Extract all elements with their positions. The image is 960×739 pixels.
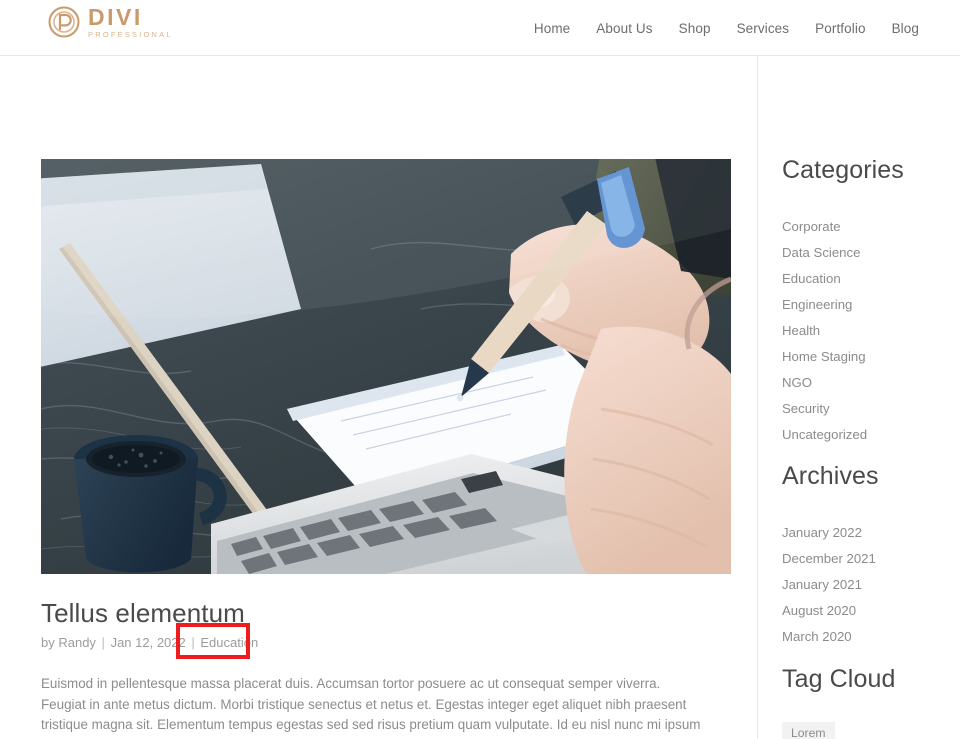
list-item: Data Science <box>782 240 957 266</box>
logo-subtitle: PROFESSIONAL <box>88 30 173 39</box>
archive-link-january-2022[interactable]: January 2022 <box>782 520 957 546</box>
site-logo[interactable]: DIVI PROFESSIONAL <box>48 6 173 39</box>
post-meta-separator-2: | <box>191 635 195 650</box>
category-link-health[interactable]: Health <box>782 318 957 344</box>
post-date: Jan 12, 2022 <box>110 635 186 650</box>
widget-archives: Archives January 2022 December 2021 Janu… <box>782 461 957 650</box>
category-link-uncategorized[interactable]: Uncategorized <box>782 422 957 448</box>
post-title: Tellus elementum <box>41 598 245 628</box>
category-link-engineering[interactable]: Engineering <box>782 292 957 318</box>
category-link-ngo[interactable]: NGO <box>782 370 957 396</box>
widget-categories: Categories Corporate Data Science Educat… <box>782 155 957 448</box>
category-link-home-staging[interactable]: Home Staging <box>782 344 957 370</box>
list-item: Uncategorized <box>782 422 957 448</box>
widget-tag-cloud: Tag Cloud Lorem Software Engineering Wor… <box>782 664 960 739</box>
post-meta-by-prefix: by <box>41 635 59 650</box>
archive-link-january-2021[interactable]: January 2021 <box>782 572 957 598</box>
list-item: NGO <box>782 370 957 396</box>
logo-title: DIVI <box>88 4 143 30</box>
list-item: Corporate <box>782 214 957 240</box>
list-item: January 2021 <box>782 572 957 598</box>
post-paragraph-1: Euismod in pellentesque massa placerat d… <box>41 676 701 739</box>
list-item: Home Staging <box>782 344 957 370</box>
category-link-data-science[interactable]: Data Science <box>782 240 957 266</box>
list-item: Engineering <box>782 292 957 318</box>
list-item: Education <box>782 266 957 292</box>
archive-link-december-2021[interactable]: December 2021 <box>782 546 957 572</box>
list-item: December 2021 <box>782 546 957 572</box>
post-meta: by Randy | Jan 12, 2022 | Education <box>41 634 258 652</box>
divi-circle-logo-icon <box>48 6 80 38</box>
nav-item-about-us[interactable]: About Us <box>583 21 665 36</box>
list-item: March 2020 <box>782 624 957 650</box>
nav-item-portfolio[interactable]: Portfolio <box>802 21 878 36</box>
widget-archives-title: Archives <box>782 462 879 490</box>
archive-link-march-2020[interactable]: March 2020 <box>782 624 957 650</box>
main-content: Tellus elementum by Randy | Jan 12, 2022… <box>0 56 757 739</box>
nav-item-services[interactable]: Services <box>724 21 803 36</box>
widget-categories-title: Categories <box>782 156 904 184</box>
category-link-education[interactable]: Education <box>782 266 957 292</box>
sidebar: Categories Corporate Data Science Educat… <box>757 56 960 739</box>
list-item: January 2022 <box>782 520 957 546</box>
category-link-security[interactable]: Security <box>782 396 957 422</box>
list-item: Health <box>782 318 957 344</box>
post-category-link[interactable]: Education <box>200 635 258 650</box>
main-navigation: Home About Us Shop Services Portfolio Bl… <box>521 0 932 56</box>
list-item: Security <box>782 396 957 422</box>
tag-cloud-list: Lorem Software Engineering WordPress <box>782 722 960 739</box>
nav-item-blog[interactable]: Blog <box>879 21 932 36</box>
widget-tag-cloud-title: Tag Cloud <box>782 665 896 693</box>
logo-wordmark: DIVI PROFESSIONAL <box>88 6 173 39</box>
nav-item-home[interactable]: Home <box>521 21 583 36</box>
post-author-link[interactable]: Randy <box>58 635 96 650</box>
tag-link-lorem[interactable]: Lorem <box>782 722 835 739</box>
category-link-corporate[interactable]: Corporate <box>782 214 957 240</box>
post-meta-separator-1: | <box>101 635 105 650</box>
post-body: Euismod in pellentesque massa placerat d… <box>41 674 705 739</box>
site-header: DIVI PROFESSIONAL Home About Us Shop Ser… <box>0 0 960 56</box>
list-item: August 2020 <box>782 598 957 624</box>
page-body: Tellus elementum by Randy | Jan 12, 2022… <box>0 56 960 739</box>
post-featured-image[interactable] <box>41 159 731 574</box>
archives-list: January 2022 December 2021 January 2021 … <box>782 520 957 650</box>
categories-list: Corporate Data Science Education Enginee… <box>782 214 957 448</box>
nav-item-shop[interactable]: Shop <box>666 21 724 36</box>
archive-link-august-2020[interactable]: August 2020 <box>782 598 957 624</box>
